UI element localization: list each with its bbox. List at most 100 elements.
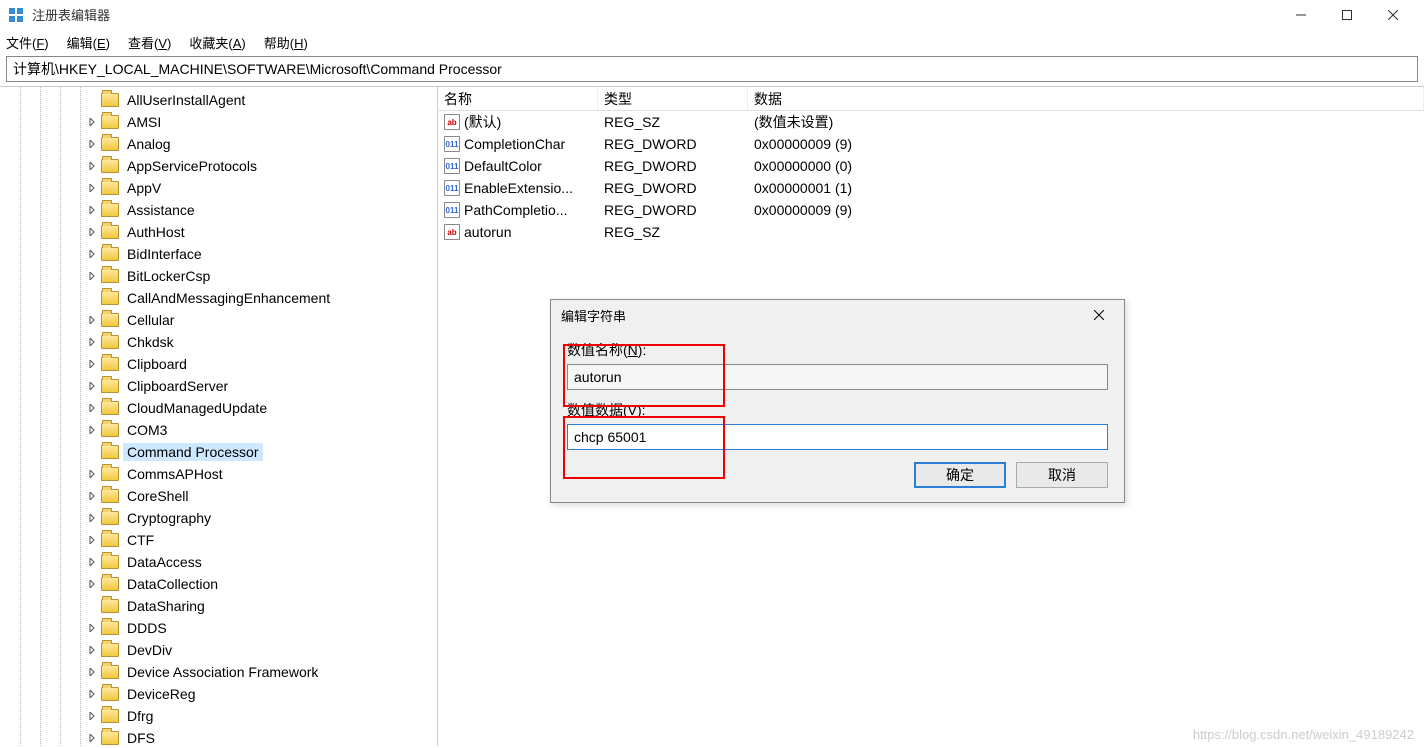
chevron-right-icon[interactable]	[85, 379, 99, 393]
tree-item[interactable]: DataCollection	[0, 573, 437, 595]
chevron-right-icon[interactable]	[85, 709, 99, 723]
tree-item-label: CTF	[123, 531, 158, 549]
menu-view[interactable]: 查看(V)	[128, 33, 171, 52]
tree-item[interactable]: CallAndMessagingEnhancement	[0, 287, 437, 309]
tree-item[interactable]: DevDiv	[0, 639, 437, 661]
tree-item[interactable]: AppV	[0, 177, 437, 199]
chevron-right-icon[interactable]	[85, 335, 99, 349]
folder-icon	[101, 709, 119, 723]
chevron-right-icon[interactable]	[85, 115, 99, 129]
chevron-right-icon[interactable]	[85, 621, 99, 635]
chevron-right-icon[interactable]	[85, 181, 99, 195]
chevron-right-icon[interactable]	[85, 401, 99, 415]
tree-item[interactable]: Command Processor	[0, 441, 437, 463]
folder-icon	[101, 489, 119, 503]
chevron-right-icon[interactable]	[85, 731, 99, 745]
chevron-right-icon[interactable]	[85, 555, 99, 569]
tree-item[interactable]: DDDS	[0, 617, 437, 639]
chevron-right-icon[interactable]	[85, 423, 99, 437]
minimize-button[interactable]	[1278, 0, 1324, 30]
chevron-right-icon[interactable]	[85, 533, 99, 547]
tree-item-label: AMSI	[123, 113, 165, 131]
chevron-right-icon[interactable]	[85, 247, 99, 261]
list-row[interactable]: 011PathCompletio...REG_DWORD0x00000009 (…	[438, 199, 1424, 221]
value-data: (数值未设置)	[748, 112, 1424, 132]
dword-value-icon: 011	[444, 202, 460, 218]
tree-item[interactable]: CoreShell	[0, 485, 437, 507]
folder-icon	[101, 181, 119, 195]
tree-item-label: Cryptography	[123, 509, 215, 527]
tree-item[interactable]: Analog	[0, 133, 437, 155]
folder-icon	[101, 379, 119, 393]
chevron-right-icon[interactable]	[85, 489, 99, 503]
chevron-right-icon[interactable]	[85, 159, 99, 173]
folder-icon	[101, 423, 119, 437]
chevron-right-icon[interactable]	[85, 643, 99, 657]
tree-item[interactable]: Device Association Framework	[0, 661, 437, 683]
tree-item[interactable]: AuthHost	[0, 221, 437, 243]
tree-item-label: CloudManagedUpdate	[123, 399, 271, 417]
registry-tree[interactable]: AllUserInstallAgent AMSI AnalogAppServiceP…	[0, 87, 437, 746]
chevron-right-icon[interactable]	[85, 357, 99, 371]
col-header-type[interactable]: 类型	[598, 87, 748, 110]
tree-item[interactable]: AppServiceProtocols	[0, 155, 437, 177]
value-list[interactable]: ab(默认)REG_SZ(数值未设置)011CompletionCharREG_…	[438, 111, 1424, 243]
tree-item-label: CoreShell	[123, 487, 192, 505]
cancel-button[interactable]: 取消	[1016, 462, 1108, 488]
list-row[interactable]: 011EnableExtensio...REG_DWORD0x00000001 …	[438, 177, 1424, 199]
tree-item[interactable]: Dfrg	[0, 705, 437, 727]
dialog-close-button[interactable]	[1084, 307, 1114, 323]
folder-icon	[101, 335, 119, 349]
tree-item[interactable]: DeviceReg	[0, 683, 437, 705]
tree-item[interactable]: CloudManagedUpdate	[0, 397, 437, 419]
list-row[interactable]: 011DefaultColorREG_DWORD0x00000000 (0)	[438, 155, 1424, 177]
chevron-right-icon[interactable]	[85, 687, 99, 701]
tree-item[interactable]: AllUserInstallAgent	[0, 89, 437, 111]
list-row[interactable]: ab(默认)REG_SZ(数值未设置)	[438, 111, 1424, 133]
value-name: EnableExtensio...	[464, 180, 573, 196]
chevron-right-icon[interactable]	[85, 269, 99, 283]
menu-favorites[interactable]: 收藏夹(A)	[189, 33, 245, 52]
value-data-input[interactable]	[567, 424, 1108, 450]
tree-item-label: AllUserInstallAgent	[123, 91, 249, 109]
tree-item[interactable]: DataAccess	[0, 551, 437, 573]
menu-file[interactable]: 文件(F)	[6, 33, 49, 52]
list-row[interactable]: abautorunREG_SZ	[438, 221, 1424, 243]
tree-item-label: COM3	[123, 421, 171, 439]
menu-edit[interactable]: 编辑(E)	[67, 33, 110, 52]
chevron-right-icon[interactable]	[85, 577, 99, 591]
tree-item[interactable]: COM3	[0, 419, 437, 441]
tree-item[interactable]: CTF	[0, 529, 437, 551]
chevron-right-icon[interactable]	[85, 665, 99, 679]
menu-help[interactable]: 帮助(H)	[264, 33, 308, 52]
chevron-right-icon[interactable]	[85, 511, 99, 525]
tree-item[interactable]: Cryptography	[0, 507, 437, 529]
folder-icon	[101, 621, 119, 635]
chevron-right-icon[interactable]	[85, 203, 99, 217]
tree-item[interactable]: BitLockerCsp	[0, 265, 437, 287]
folder-icon	[101, 577, 119, 591]
list-row[interactable]: 011CompletionCharREG_DWORD0x00000009 (9)	[438, 133, 1424, 155]
tree-item[interactable]: AMSI	[0, 111, 437, 133]
tree-item[interactable]: Assistance	[0, 199, 437, 221]
tree-item[interactable]: Cellular	[0, 309, 437, 331]
address-bar[interactable]: 计算机\HKEY_LOCAL_MACHINE\SOFTWARE\Microsof…	[6, 56, 1418, 82]
ok-button[interactable]: 确定	[914, 462, 1006, 488]
chevron-right-icon[interactable]	[85, 467, 99, 481]
tree-item[interactable]: Clipboard	[0, 353, 437, 375]
chevron-right-icon[interactable]	[85, 137, 99, 151]
col-header-name[interactable]: 名称	[438, 87, 598, 110]
tree-item[interactable]: CommsAPHost	[0, 463, 437, 485]
tree-item[interactable]: BidInterface	[0, 243, 437, 265]
value-name-input[interactable]	[567, 364, 1108, 390]
col-header-data[interactable]: 数据	[748, 87, 1424, 110]
tree-item[interactable]: ClipboardServer	[0, 375, 437, 397]
chevron-right-icon[interactable]	[85, 225, 99, 239]
tree-item-label: Assistance	[123, 201, 199, 219]
close-button[interactable]	[1370, 0, 1416, 30]
tree-item[interactable]: DFS	[0, 727, 437, 746]
tree-item[interactable]: DataSharing	[0, 595, 437, 617]
tree-item[interactable]: Chkdsk	[0, 331, 437, 353]
chevron-right-icon[interactable]	[85, 313, 99, 327]
maximize-button[interactable]	[1324, 0, 1370, 30]
